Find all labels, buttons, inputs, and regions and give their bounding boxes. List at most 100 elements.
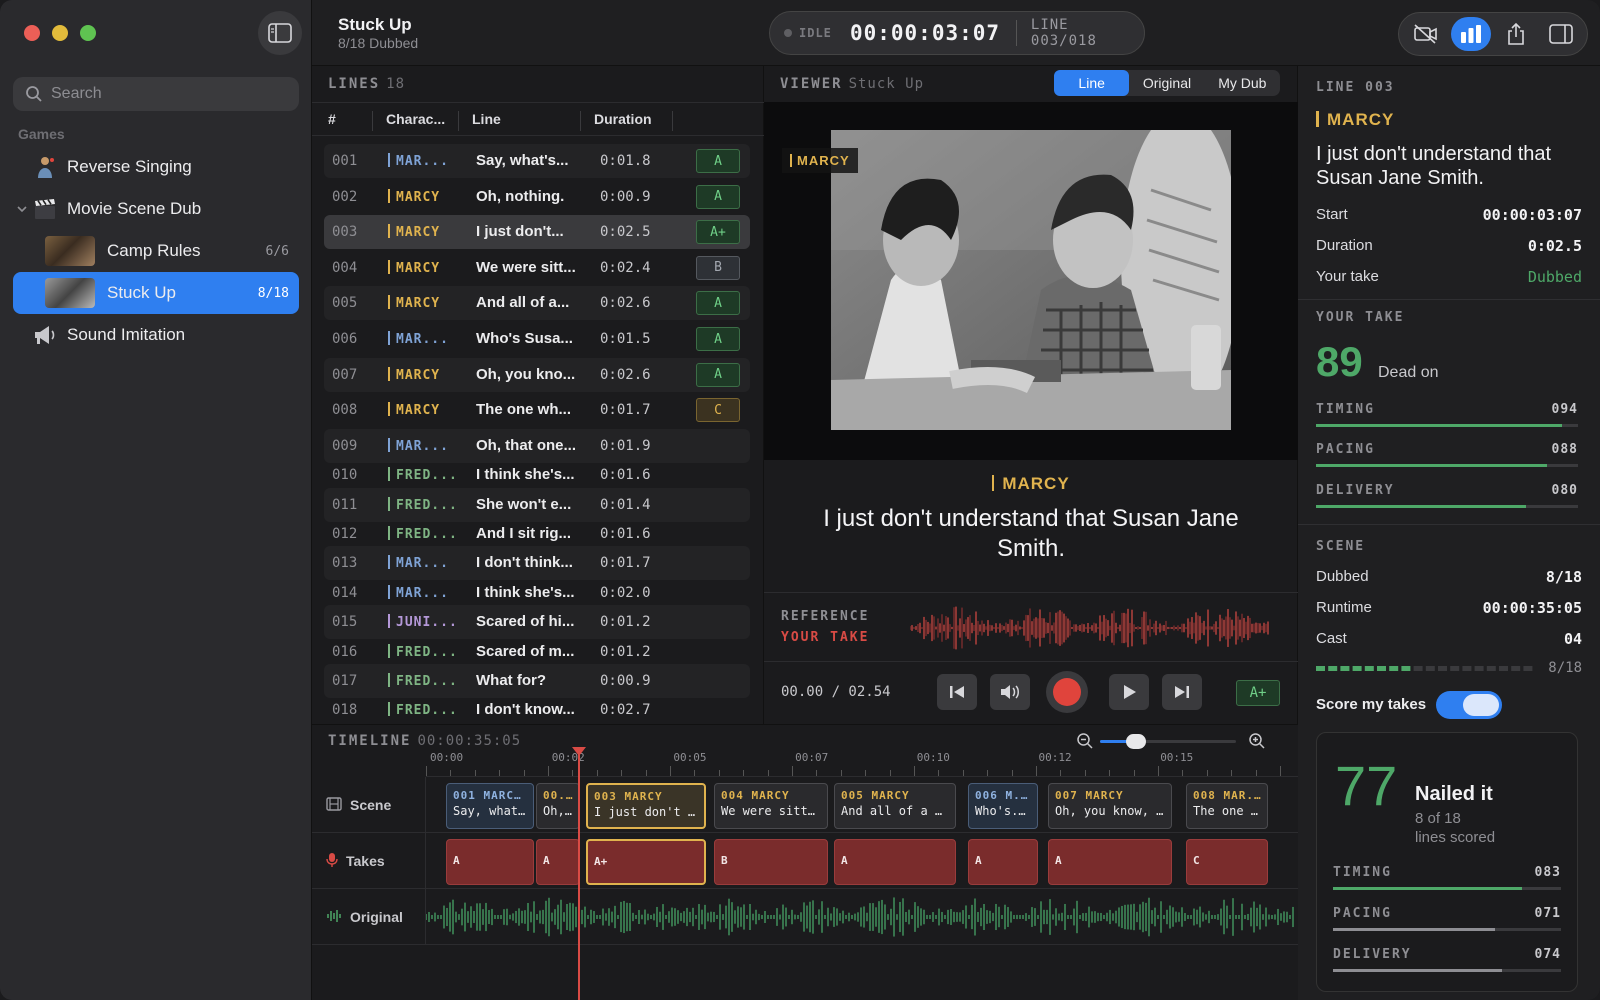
close-window-button[interactable]	[24, 25, 40, 41]
scene-clip[interactable]: 00... Oh,...	[536, 783, 580, 829]
skip-back-icon	[950, 686, 964, 698]
line-row[interactable]: 002 MARCY Oh, nothing. 0:00.9 A	[324, 180, 750, 214]
take-clip[interactable]: C	[1186, 839, 1268, 885]
line-row[interactable]: 008 MARCY The one wh... 0:01.7 C	[324, 393, 750, 427]
zoom-window-button[interactable]	[80, 25, 96, 41]
ruler-tick	[596, 770, 598, 776]
sidebar-item-stuck-up[interactable]: Stuck Up 8/18	[13, 272, 299, 314]
play-button[interactable]	[1109, 674, 1149, 710]
metric-label: PACING	[1333, 906, 1392, 921]
ruler-tick-label: 00:00	[430, 751, 464, 764]
scene-clip[interactable]: 001 MARC... Say, what'...	[446, 783, 534, 829]
timeline-zoom-control	[1076, 731, 1266, 751]
scene-clip[interactable]: 007 MARCY Oh, you know, th...	[1048, 783, 1172, 829]
take-clip[interactable]: A	[1048, 839, 1172, 885]
line-row[interactable]: 003 MARCY I just don't... 0:02.5 A+	[324, 215, 750, 250]
column-header-duration[interactable]: Duration	[594, 111, 652, 127]
score-takes-toggle[interactable]	[1436, 691, 1502, 719]
ruler-tick	[816, 770, 818, 776]
skip-forward-button[interactable]	[1162, 674, 1202, 710]
sidebar-toggle-button[interactable]	[258, 11, 302, 55]
line-duration: 0:01.2	[600, 614, 651, 631]
sidebar-item-count: 8/18	[257, 285, 289, 301]
inspector-toggle-button[interactable]	[1541, 17, 1581, 51]
playhead[interactable]	[572, 747, 586, 1000]
line-character: MAR...	[388, 437, 449, 454]
line-number: 016	[332, 643, 358, 660]
line-duration: 0:00.9	[600, 188, 651, 205]
character-name: MAR...	[396, 556, 449, 572]
line-row[interactable]: 006 MAR... Who's Susa... 0:01.5 A	[324, 322, 750, 356]
scene-clip[interactable]: 005 MARCY And all of a sudd...	[834, 783, 956, 829]
line-row[interactable]: 004 MARCY We were sitt... 0:02.4 B	[324, 251, 750, 285]
sidebar-item-sound-imitation[interactable]: Sound Imitation	[13, 314, 299, 356]
line-character: MAR...	[388, 331, 449, 347]
chevron-down-icon[interactable]	[15, 202, 29, 216]
search-field[interactable]: Search	[13, 77, 299, 111]
timeline-ruler[interactable]: 00:00 00:02 00:05 00:07 00:10 00:12 00:15	[426, 749, 1298, 777]
character-name: MARCY	[396, 403, 441, 419]
tab-original[interactable]: Original	[1129, 70, 1204, 96]
line-row[interactable]: 018 FRED... I don't know... 0:02.7	[324, 693, 750, 727]
grade-badge: C	[696, 398, 740, 423]
take-clip[interactable]: A+	[586, 839, 706, 885]
take-clip[interactable]: A	[446, 839, 534, 885]
column-header-number[interactable]: #	[328, 111, 336, 127]
scene-clip[interactable]: 006 M... Who's...	[968, 783, 1038, 829]
line-number: 010	[332, 467, 358, 484]
skip-back-button[interactable]	[937, 674, 977, 710]
line-duration: 0:01.2	[600, 643, 651, 660]
sidebar-item-camp-rules[interactable]: Camp Rules 6/6	[13, 230, 299, 272]
clip-text: Oh,...	[543, 804, 573, 818]
scene-clip[interactable]: 004 MARCY We were sitting...	[714, 783, 828, 829]
take-clip[interactable]: A	[968, 839, 1038, 885]
reference-label: REFERENCE	[781, 609, 870, 624]
share-button[interactable]	[1496, 17, 1536, 51]
line-character: MAR...	[388, 584, 449, 601]
line-text: Scared of m...	[476, 642, 575, 660]
zoom-in-icon[interactable]	[1248, 732, 1266, 750]
character-name: FRED...	[396, 497, 458, 513]
line-row[interactable]: 007 MARCY Oh, you kno... 0:02.6 A	[324, 357, 750, 392]
take-clip[interactable]: A	[536, 839, 580, 885]
record-button[interactable]	[1046, 671, 1088, 713]
line-row[interactable]: 001 MAR... Say, what's... 0:01.8 A	[324, 144, 750, 178]
zoom-slider-track[interactable]	[1100, 740, 1236, 743]
scene-clip[interactable]: 003 MARCY I just don't unde...	[586, 783, 706, 829]
line-duration: 0:01.6	[600, 526, 651, 542]
zoom-out-icon[interactable]	[1076, 732, 1094, 750]
take-delivery-bar	[1316, 505, 1578, 508]
minimize-window-button[interactable]	[52, 25, 68, 41]
waveform-comparison[interactable]: REFERENCE YOUR TAKE	[764, 592, 1298, 662]
line-row[interactable]: 005 MARCY And all of a... 0:02.6 A	[324, 286, 750, 321]
video-player[interactable]: MARCY	[764, 102, 1298, 460]
column-header-character[interactable]: Charac...	[386, 111, 445, 127]
take-verdict: Dead on	[1378, 364, 1439, 381]
metric-bar-fill	[1316, 464, 1547, 467]
volume-button[interactable]	[990, 674, 1030, 710]
camera-off-button[interactable]	[1406, 17, 1446, 51]
take-clip[interactable]: A	[834, 839, 956, 885]
line-character: FRED...	[388, 467, 458, 483]
scene-timing-metric: TIMING 083	[1333, 865, 1561, 880]
scene-title: SCENE	[1316, 539, 1366, 554]
line-duration: 0:01.5	[600, 331, 651, 347]
sidebar-item-movie-scene-dub[interactable]: Movie Scene Dub	[13, 188, 299, 230]
tab-my-dub[interactable]: My Dub	[1205, 70, 1280, 96]
character-name: MAR...	[396, 154, 449, 169]
document-subtitle: 8/18 Dubbed	[338, 35, 419, 51]
zoom-slider-thumb[interactable]	[1126, 734, 1146, 749]
column-header-line[interactable]: Line	[472, 111, 501, 127]
toggle-knob	[1463, 694, 1499, 716]
original-track-label: Original	[312, 889, 426, 945]
video-frame	[831, 130, 1231, 430]
line-number: 009	[332, 437, 358, 454]
tab-line[interactable]: Line	[1054, 70, 1130, 96]
line-character: MARCY	[388, 224, 440, 240]
sidebar-item-reverse-singing[interactable]: Reverse Singing	[13, 146, 299, 188]
playhead-handle[interactable]	[572, 747, 586, 756]
ruler-tick	[889, 770, 891, 776]
scene-clip[interactable]: 008 MAR... The one w...	[1186, 783, 1268, 829]
scores-view-button[interactable]	[1450, 17, 1491, 51]
take-clip[interactable]: B	[714, 839, 828, 885]
